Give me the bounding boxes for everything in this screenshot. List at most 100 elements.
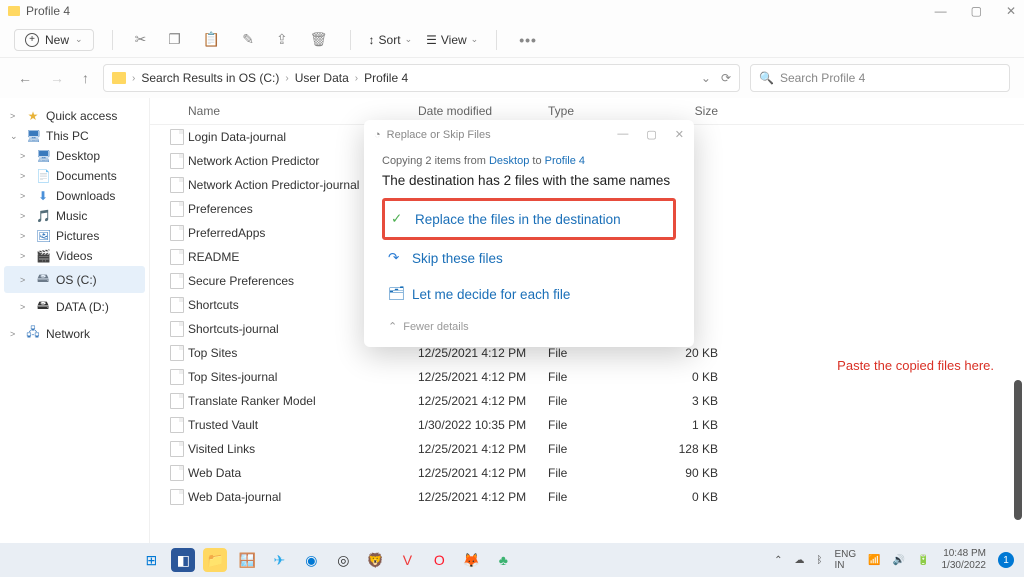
tray-chevron[interactable]: ⌃ xyxy=(774,555,782,566)
col-date[interactable]: Date modified xyxy=(418,104,548,118)
decide-option[interactable]: 🗂 Let me decide for each file xyxy=(382,276,676,312)
explorer-icon[interactable]: 📁 xyxy=(203,548,227,572)
compare-icon: 🗂 xyxy=(388,286,404,302)
app-icon[interactable]: ♣ xyxy=(491,548,515,572)
sidebar-item[interactable]: >🎵Music xyxy=(4,206,145,226)
scrollbar-thumb[interactable] xyxy=(1014,380,1022,520)
search-input[interactable]: 🔍 Search Profile 4 xyxy=(750,64,1010,92)
edge-icon[interactable]: ◉ xyxy=(299,548,323,572)
clock[interactable]: 10:48 PM1/30/2022 xyxy=(942,548,987,572)
sidebar-item[interactable]: >⬇Downloads xyxy=(4,186,145,206)
sidebar-item[interactable]: >🖴OS (C:) xyxy=(4,266,145,293)
sidebar-label: Pictures xyxy=(56,229,99,243)
volume-icon[interactable]: 🔊 xyxy=(893,555,905,566)
firefox-icon[interactable]: 🦊 xyxy=(459,548,483,572)
taskview-icon[interactable]: ◧ xyxy=(171,548,195,572)
dialog-maximize[interactable]: ▢ xyxy=(646,128,656,141)
sidebar-item[interactable]: >🖼Pictures xyxy=(4,226,145,246)
title-bar: Profile 4 — ▢ ✕ xyxy=(0,0,1024,22)
dialog-close[interactable]: ✕ xyxy=(675,128,684,141)
breadcrumb-item[interactable]: User Data xyxy=(295,71,349,85)
app-icon[interactable]: 🪟 xyxy=(235,548,259,572)
close-button[interactable]: ✕ xyxy=(1006,4,1016,18)
breadcrumb-item[interactable]: Search Results in OS (C:) xyxy=(141,71,279,85)
sidebar-item[interactable]: >🖴DATA (D:) xyxy=(4,293,145,320)
copy-icon[interactable]: ❐ xyxy=(164,27,185,52)
col-size[interactable]: Size xyxy=(648,104,718,118)
bluetooth-icon[interactable]: ᛒ xyxy=(816,555,822,566)
rename-icon[interactable]: ✎ xyxy=(238,27,258,52)
sidebar-item[interactable]: >🖥Desktop xyxy=(4,146,145,166)
breadcrumb[interactable]: › Search Results in OS (C:) › User Data … xyxy=(103,64,740,92)
sidebar-item[interactable]: >★Quick access xyxy=(4,106,145,126)
item-icon: 🖴 xyxy=(36,269,50,290)
file-row[interactable]: Translate Ranker Model 12/25/2021 4:12 P… xyxy=(150,389,1024,413)
file-type: File xyxy=(548,370,648,384)
replace-option[interactable]: ✓ Replace the files in the destination xyxy=(382,198,676,240)
skip-label: Skip these files xyxy=(412,251,503,266)
file-size: 20 KB xyxy=(648,346,718,360)
file-icon xyxy=(170,417,184,433)
delete-icon[interactable]: 🗑 xyxy=(306,27,332,52)
dialog-copying-line: Copying 2 items from Desktop to Profile … xyxy=(382,155,676,167)
file-row[interactable]: Visited Links 12/25/2021 4:12 PM File 12… xyxy=(150,437,1024,461)
breadcrumb-item[interactable]: Profile 4 xyxy=(364,71,408,85)
battery-icon[interactable]: 🔋 xyxy=(917,555,929,566)
chevron-icon: > xyxy=(20,231,30,241)
file-name: Web Data-journal xyxy=(188,490,418,504)
sort-button[interactable]: ↕ Sort ⌄ xyxy=(369,33,413,47)
dialog-minimize[interactable]: — xyxy=(617,128,628,141)
minimize-button[interactable]: — xyxy=(935,4,947,18)
brave-icon[interactable]: 🦁 xyxy=(363,548,387,572)
onedrive-icon[interactable]: ☁ xyxy=(794,555,804,566)
fewer-details-toggle[interactable]: ⌃ Fewer details xyxy=(382,312,676,333)
view-button[interactable]: ☰ View ⌄ xyxy=(426,33,478,47)
file-date: 12/25/2021 4:12 PM xyxy=(418,466,548,480)
sidebar-item[interactable]: >📄Documents xyxy=(4,166,145,186)
opera-icon[interactable]: O xyxy=(427,548,451,572)
file-icon xyxy=(170,129,184,145)
sidebar-item[interactable]: ⌄🖥This PC xyxy=(4,126,145,146)
file-row[interactable]: Web Data-journal 12/25/2021 4:12 PM File… xyxy=(150,485,1024,509)
share-icon[interactable]: ⇪ xyxy=(272,27,292,52)
maximize-button[interactable]: ▢ xyxy=(971,4,982,18)
sidebar-item[interactable]: >🖧Network xyxy=(4,320,145,347)
file-row[interactable]: Trusted Vault 1/30/2022 10:35 PM File 1 … xyxy=(150,413,1024,437)
file-name: Top Sites xyxy=(188,346,418,360)
refresh-icon[interactable]: ⟳ xyxy=(721,71,731,85)
col-type[interactable]: Type xyxy=(548,104,648,118)
file-name: Visited Links xyxy=(188,442,418,456)
up-button[interactable]: ↑ xyxy=(78,66,93,90)
sidebar-item[interactable]: >🎬Videos xyxy=(4,246,145,266)
language-indicator[interactable]: ENGIN xyxy=(834,549,856,571)
file-icon xyxy=(170,489,184,505)
new-button[interactable]: + New ⌄ xyxy=(14,29,94,51)
file-date: 12/25/2021 4:12 PM xyxy=(418,490,548,504)
notifications-icon[interactable]: 1 xyxy=(998,552,1014,568)
chevron-down-icon: ⌄ xyxy=(471,34,479,45)
skip-option[interactable]: ↷ Skip these files xyxy=(382,240,676,276)
item-icon: 🎬 xyxy=(36,249,50,263)
col-name[interactable]: Name xyxy=(188,104,418,118)
chrome-icon[interactable]: ◎ xyxy=(331,548,355,572)
wifi-icon[interactable]: 📶 xyxy=(868,555,880,566)
dropdown-icon[interactable]: ⌄ xyxy=(701,71,711,85)
sort-icon: ↕ xyxy=(369,33,375,47)
file-icon xyxy=(170,249,184,265)
sidebar-label: Quick access xyxy=(46,109,117,123)
dialog-heading: The destination has 2 files with the sam… xyxy=(382,173,676,188)
chevron-icon: > xyxy=(20,251,30,261)
more-button[interactable]: ••• xyxy=(515,28,541,52)
chevron-icon: > xyxy=(10,329,20,339)
telegram-icon[interactable]: ✈ xyxy=(267,548,291,572)
sidebar-label: DATA (D:) xyxy=(56,300,109,314)
cut-icon[interactable]: ✂ xyxy=(131,27,151,52)
file-row[interactable]: Web Data 12/25/2021 4:12 PM File 90 KB xyxy=(150,461,1024,485)
forward-button[interactable]: → xyxy=(46,66,68,90)
vivaldi-icon[interactable]: V xyxy=(395,548,419,572)
back-button[interactable]: ← xyxy=(14,66,36,90)
start-button[interactable]: ⊞ xyxy=(139,548,163,572)
chevron-down-icon: ⌄ xyxy=(405,34,413,45)
annotation-text: Paste the copied files here. xyxy=(837,358,994,373)
paste-icon[interactable]: 📋 xyxy=(199,27,224,52)
